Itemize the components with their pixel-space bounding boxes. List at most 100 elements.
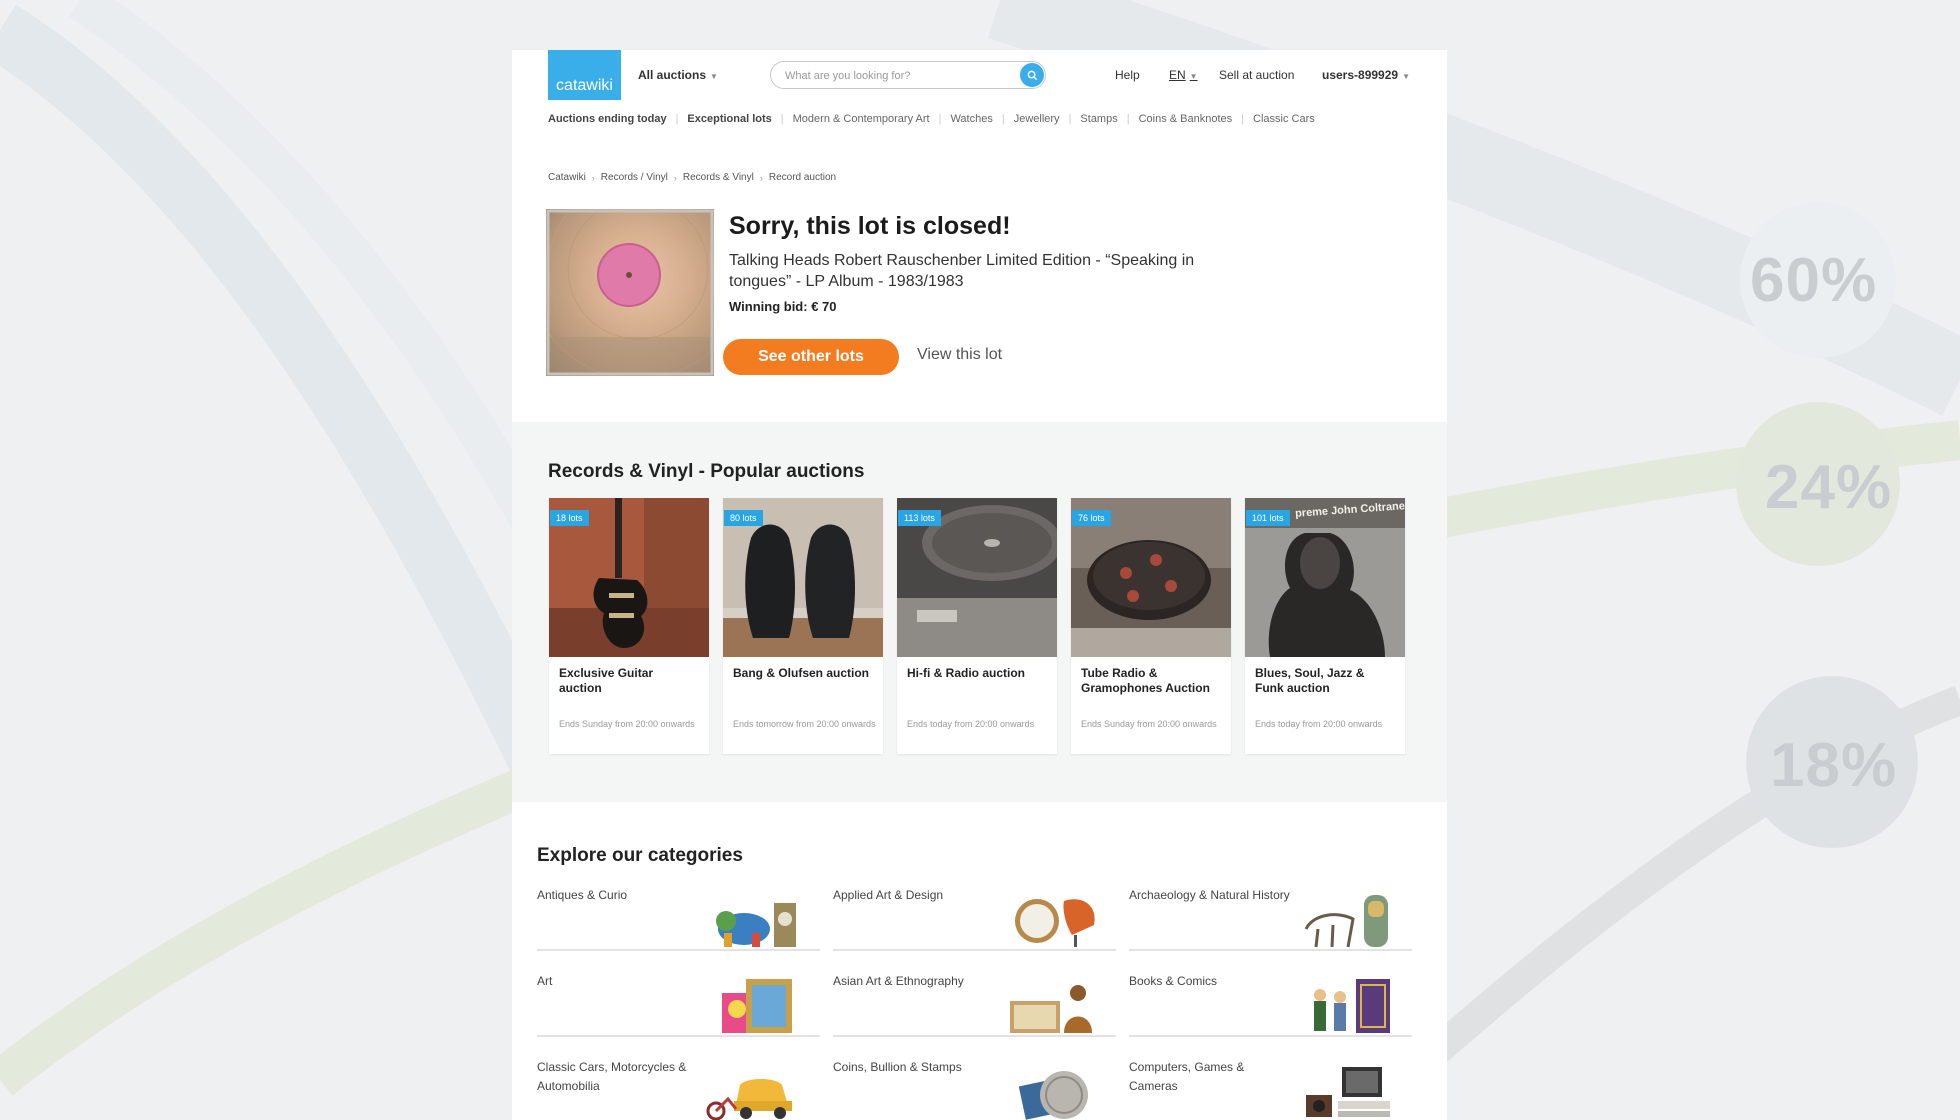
category-applied-art-design[interactable]: Applied Art & Design (833, 886, 1116, 951)
language-selector[interactable]: EN ▼ (1169, 68, 1198, 82)
auction-card[interactable]: 80 lots Bang & Olufsen auction Ends tomo… (723, 498, 883, 754)
card-ends: Ends Sunday from 20:00 onwards (559, 719, 695, 729)
search-button[interactable] (1020, 63, 1044, 87)
comic-figures-book-image (1314, 979, 1390, 1033)
lots-count-badge: 76 lots (1072, 510, 1111, 526)
card-title: Bang & Olufsen auction (733, 666, 870, 680)
card-ends: Ends today from 20:00 onwards (1255, 719, 1383, 729)
category-label: Antiques & Curio (537, 888, 628, 902)
turntable-image: 113 lots (897, 498, 1057, 657)
divider: | (938, 113, 942, 125)
auction-card[interactable]: 101 lots preme John Coltrane Blues, Soul… (1245, 498, 1405, 754)
all-auctions-label: All auctions (638, 68, 707, 82)
lots-count-badge: 113 lots (898, 510, 941, 526)
view-this-lot-link[interactable]: View this lot (917, 346, 1002, 364)
catawiki-logo[interactable]: catawiki (548, 50, 621, 100)
nav-link-exceptional-lots[interactable]: Exceptional lots (687, 113, 771, 125)
auction-card[interactable]: 18 lots Exclusive Guitar auction Ends Su… (549, 498, 709, 754)
search-bar (770, 61, 1046, 89)
divider: | (1001, 113, 1005, 125)
nav-link-ending-today[interactable]: Auctions ending today (548, 113, 667, 125)
search-input[interactable] (785, 68, 1005, 84)
category-archaeology-natural-history[interactable]: Archaeology & Natural History (1129, 886, 1412, 951)
fossil-sarcophagus-image (1304, 895, 1388, 948)
vinyl-record-image (546, 209, 714, 376)
chevron-down-icon: ▼ (710, 72, 718, 81)
card-ends: Ends Sunday from 20:00 onwards (1081, 719, 1217, 729)
chevron-right-icon: › (759, 172, 763, 183)
breadcrumb-item[interactable]: Records & Vinyl (683, 172, 754, 183)
category-asian-art-ethnography[interactable]: Asian Art & Ethnography (833, 972, 1116, 1037)
category-label: Coins, Bullion & Stamps (833, 1060, 962, 1074)
card-title: Tube Radio & Gramophones Auction (1081, 666, 1210, 695)
nav-link-watches[interactable]: Watches (950, 113, 992, 125)
background-percent-1: 60% (1750, 246, 1878, 315)
clock-chair-image (1015, 899, 1095, 947)
nav-link-coins[interactable]: Coins & Banknotes (1139, 113, 1233, 125)
page-container: catawiki All auctions▼ Help EN▼ Sell at … (512, 50, 1447, 1120)
category-label: Applied Art & Design (833, 888, 944, 902)
breadcrumb-item[interactable]: Records / Vinyl (601, 172, 668, 183)
category-books-comics[interactable]: Books & Comics (1129, 972, 1412, 1037)
divider: | (1241, 113, 1244, 125)
breadcrumb-item[interactable]: Record auction (769, 172, 836, 183)
section-title: Explore our categories (537, 845, 743, 866)
logo-text: catawiki (556, 77, 613, 94)
popular-auctions-section: Records & Vinyl - Popular auctions 18 lo… (512, 422, 1447, 802)
chevron-right-icon: › (673, 172, 677, 183)
section-title: Records & Vinyl - Popular auctions (548, 461, 865, 482)
speakers-image: 80 lots (723, 498, 883, 657)
divider: | (780, 113, 784, 125)
divider: | (675, 113, 679, 125)
elephant-figurine-image (716, 903, 796, 947)
card-title: Hi-fi & Radio auction (907, 666, 1025, 680)
chevron-down-icon: ▼ (1189, 72, 1198, 81)
category-label: Art (537, 974, 553, 988)
all-auctions-dropdown[interactable]: All auctions ▼ (638, 68, 718, 82)
divider: | (1126, 113, 1130, 125)
category-computers-games-cameras[interactable]: Computers, Games & Cameras (1129, 1058, 1412, 1120)
lot-image[interactable] (546, 209, 714, 376)
coin-stamp-image (1018, 1071, 1088, 1120)
card-title: Blues, Soul, Jazz & Funk auction (1255, 666, 1365, 695)
user-menu[interactable]: users-899929 ▼ (1322, 68, 1410, 82)
see-other-lots-button[interactable]: See other lots (723, 339, 899, 375)
username-label: users-899929 (1322, 68, 1399, 82)
record-player-image: 76 lots (1071, 498, 1231, 657)
nav-link-classic-cars[interactable]: Classic Cars (1253, 113, 1315, 125)
language-label: EN (1169, 68, 1186, 82)
category-coins-bullion-stamps[interactable]: Coins, Bullion & Stamps (833, 1058, 1116, 1120)
chevron-down-icon: ▼ (1402, 72, 1410, 81)
background-percent-2: 24% (1765, 453, 1893, 522)
sell-at-auction-link[interactable]: Sell at auction (1219, 68, 1294, 82)
category-art[interactable]: Art (537, 972, 820, 1037)
category-label: Books & Comics (1129, 974, 1218, 988)
lots-count-badge: 101 lots (1246, 510, 1290, 526)
category-antiques-curio[interactable]: Antiques & Curio (537, 886, 820, 951)
category-label: Classic Cars, Motorcycles & Automobilia (537, 1060, 687, 1093)
framed-art-image (722, 979, 792, 1033)
nav-link-stamps[interactable]: Stamps (1080, 113, 1117, 125)
help-link[interactable]: Help (1115, 68, 1140, 82)
site-header: catawiki All auctions▼ Help EN▼ Sell at … (512, 50, 1447, 100)
car-motorcycle-image (706, 1079, 792, 1120)
card-ends: Ends today from 20:00 onwards (907, 719, 1035, 729)
category-nav: Auctions ending today | Exceptional lots |… (548, 113, 1315, 125)
category-classic-cars-motorcycles[interactable]: Classic Cars, Motorcycles & Automobilia (537, 1058, 820, 1120)
card-title: Exclusive Guitar auction (559, 666, 654, 695)
computer-camera-image (1306, 1067, 1390, 1117)
nav-link-jewellery[interactable]: Jewellery (1014, 113, 1060, 125)
nav-link-modern-art[interactable]: Modern & Contemporary Art (793, 113, 930, 125)
background-percent-3: 18% (1770, 731, 1898, 800)
lots-count-badge: 18 lots (550, 510, 589, 526)
lots-count-badge: 80 lots (724, 510, 763, 526)
winning-bid: Winning bid: € 70 (729, 299, 837, 314)
category-label: Archaeology & Natural History (1129, 888, 1290, 902)
guitar-image: 18 lots (549, 498, 709, 657)
auction-card[interactable]: 76 lots Tube Radio & Gramophones Auction… (1071, 498, 1231, 754)
auction-card[interactable]: 113 lots Hi-fi & Radio auction Ends toda… (897, 498, 1057, 754)
divider: | (1068, 113, 1072, 125)
breadcrumb-item[interactable]: Catawiki (548, 172, 586, 183)
buddha-statue-image (1010, 985, 1092, 1033)
chevron-right-icon: › (591, 172, 595, 183)
